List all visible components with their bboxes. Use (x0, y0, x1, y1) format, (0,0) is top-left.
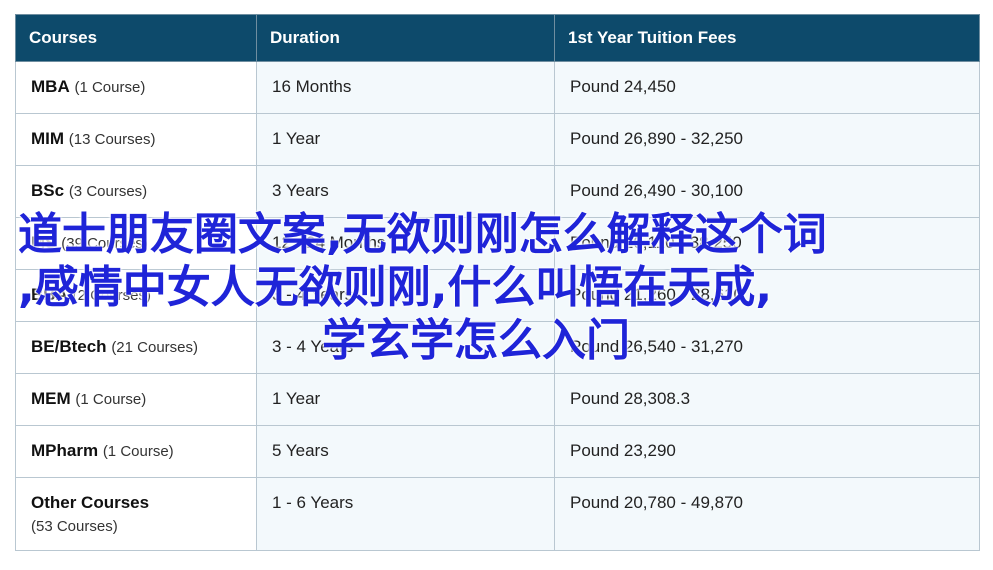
course-count: (39 Courses) (61, 235, 148, 252)
duration-cell: 1 Year (256, 373, 555, 426)
course-name-link[interactable]: MIM (31, 129, 64, 148)
course-cell: BE/Btech (21 Courses) (15, 321, 257, 374)
fees-cell: Pound 21,260 - 28,610 (554, 269, 980, 322)
course-count: (1 Course) (102, 443, 174, 460)
fees-cell: Pound 26,540 - 31,270 (554, 321, 980, 374)
table-row: BBA (2 Courses) 3 - 4 Years Pound 21,260… (15, 269, 980, 322)
course-name-link[interactable]: BE/Btech (31, 337, 107, 356)
course-count: (21 Courses) (111, 339, 199, 356)
duration-cell: 1 Year (256, 113, 555, 166)
fees-cell: Pound 23,290 (554, 425, 980, 478)
duration-cell: 12 - 24 Months (256, 217, 555, 270)
course-cell: MS (39 Courses) (15, 217, 257, 270)
course-cell: MIM (13 Courses) (15, 113, 257, 166)
course-name-link[interactable]: BSc (31, 181, 64, 200)
course-count: (1 Course) (74, 79, 146, 96)
course-cell: Other Courses (53 Courses) (15, 477, 257, 551)
course-cell: BBA (2 Courses) (15, 269, 257, 322)
courses-table: Courses Duration 1st Year Tuition Fees M… (15, 14, 980, 551)
fees-cell: Pound 24,450 (554, 61, 980, 114)
table-row: BSc (3 Courses) 3 Years Pound 26,490 - 3… (15, 165, 980, 218)
course-name-link[interactable]: BBA (31, 285, 68, 304)
duration-cell: 16 Months (256, 61, 555, 114)
course-name-link[interactable]: MBA (31, 77, 70, 96)
course-count: (1 Course) (75, 391, 147, 408)
header-courses: Courses (15, 14, 257, 62)
course-name-link[interactable]: MS (31, 233, 57, 252)
table-row: MEM (1 Course) 1 Year Pound 28,308.3 (15, 373, 980, 426)
fees-cell: Pound 20,780 - 49,870 (554, 477, 980, 551)
course-cell: MPharm (1 Course) (15, 425, 257, 478)
header-duration: Duration (256, 14, 555, 62)
course-name-link[interactable]: MPharm (31, 441, 98, 460)
table-row: MBA (1 Course) 16 Months Pound 24,450 (15, 61, 980, 114)
duration-cell: 3 - 4 Years (256, 321, 555, 374)
table-row: Other Courses (53 Courses) 1 - 6 Years Po… (15, 477, 980, 551)
table-row: MPharm (1 Course) 5 Years Pound 23,290 (15, 425, 980, 478)
duration-cell: 3 Years (256, 165, 555, 218)
fees-cell: Pound 26,490 - 30,100 (554, 165, 980, 218)
course-count: (3 Courses) (68, 183, 148, 200)
course-name-link[interactable]: MEM (31, 389, 71, 408)
table-row: MS (39 Courses) 12 - 24 Months Pound 20,… (15, 217, 980, 270)
course-count: (13 Courses) (68, 131, 156, 148)
fees-cell: Pound 20,110 - 38,250 (554, 217, 980, 270)
header-tuition-fees: 1st Year Tuition Fees (554, 14, 980, 62)
fees-cell: Pound 28,308.3 (554, 373, 980, 426)
course-cell: BSc (3 Courses) (15, 165, 257, 218)
course-cell: MEM (1 Course) (15, 373, 257, 426)
duration-cell: 1 - 6 Years (256, 477, 555, 551)
table-row: BE/Btech (21 Courses) 3 - 4 Years Pound … (15, 321, 980, 374)
course-cell: MBA (1 Course) (15, 61, 257, 114)
course-count: (53 Courses) (31, 518, 118, 535)
table-header-row: Courses Duration 1st Year Tuition Fees (15, 14, 980, 62)
course-name-link[interactable]: Other Courses (31, 493, 149, 512)
duration-cell: 3 - 4 Years (256, 269, 555, 322)
fees-cell: Pound 26,890 - 32,250 (554, 113, 980, 166)
course-count: (2 Courses) (72, 287, 151, 304)
duration-cell: 5 Years (256, 425, 555, 478)
table-row: MIM (13 Courses) 1 Year Pound 26,890 - 3… (15, 113, 980, 166)
